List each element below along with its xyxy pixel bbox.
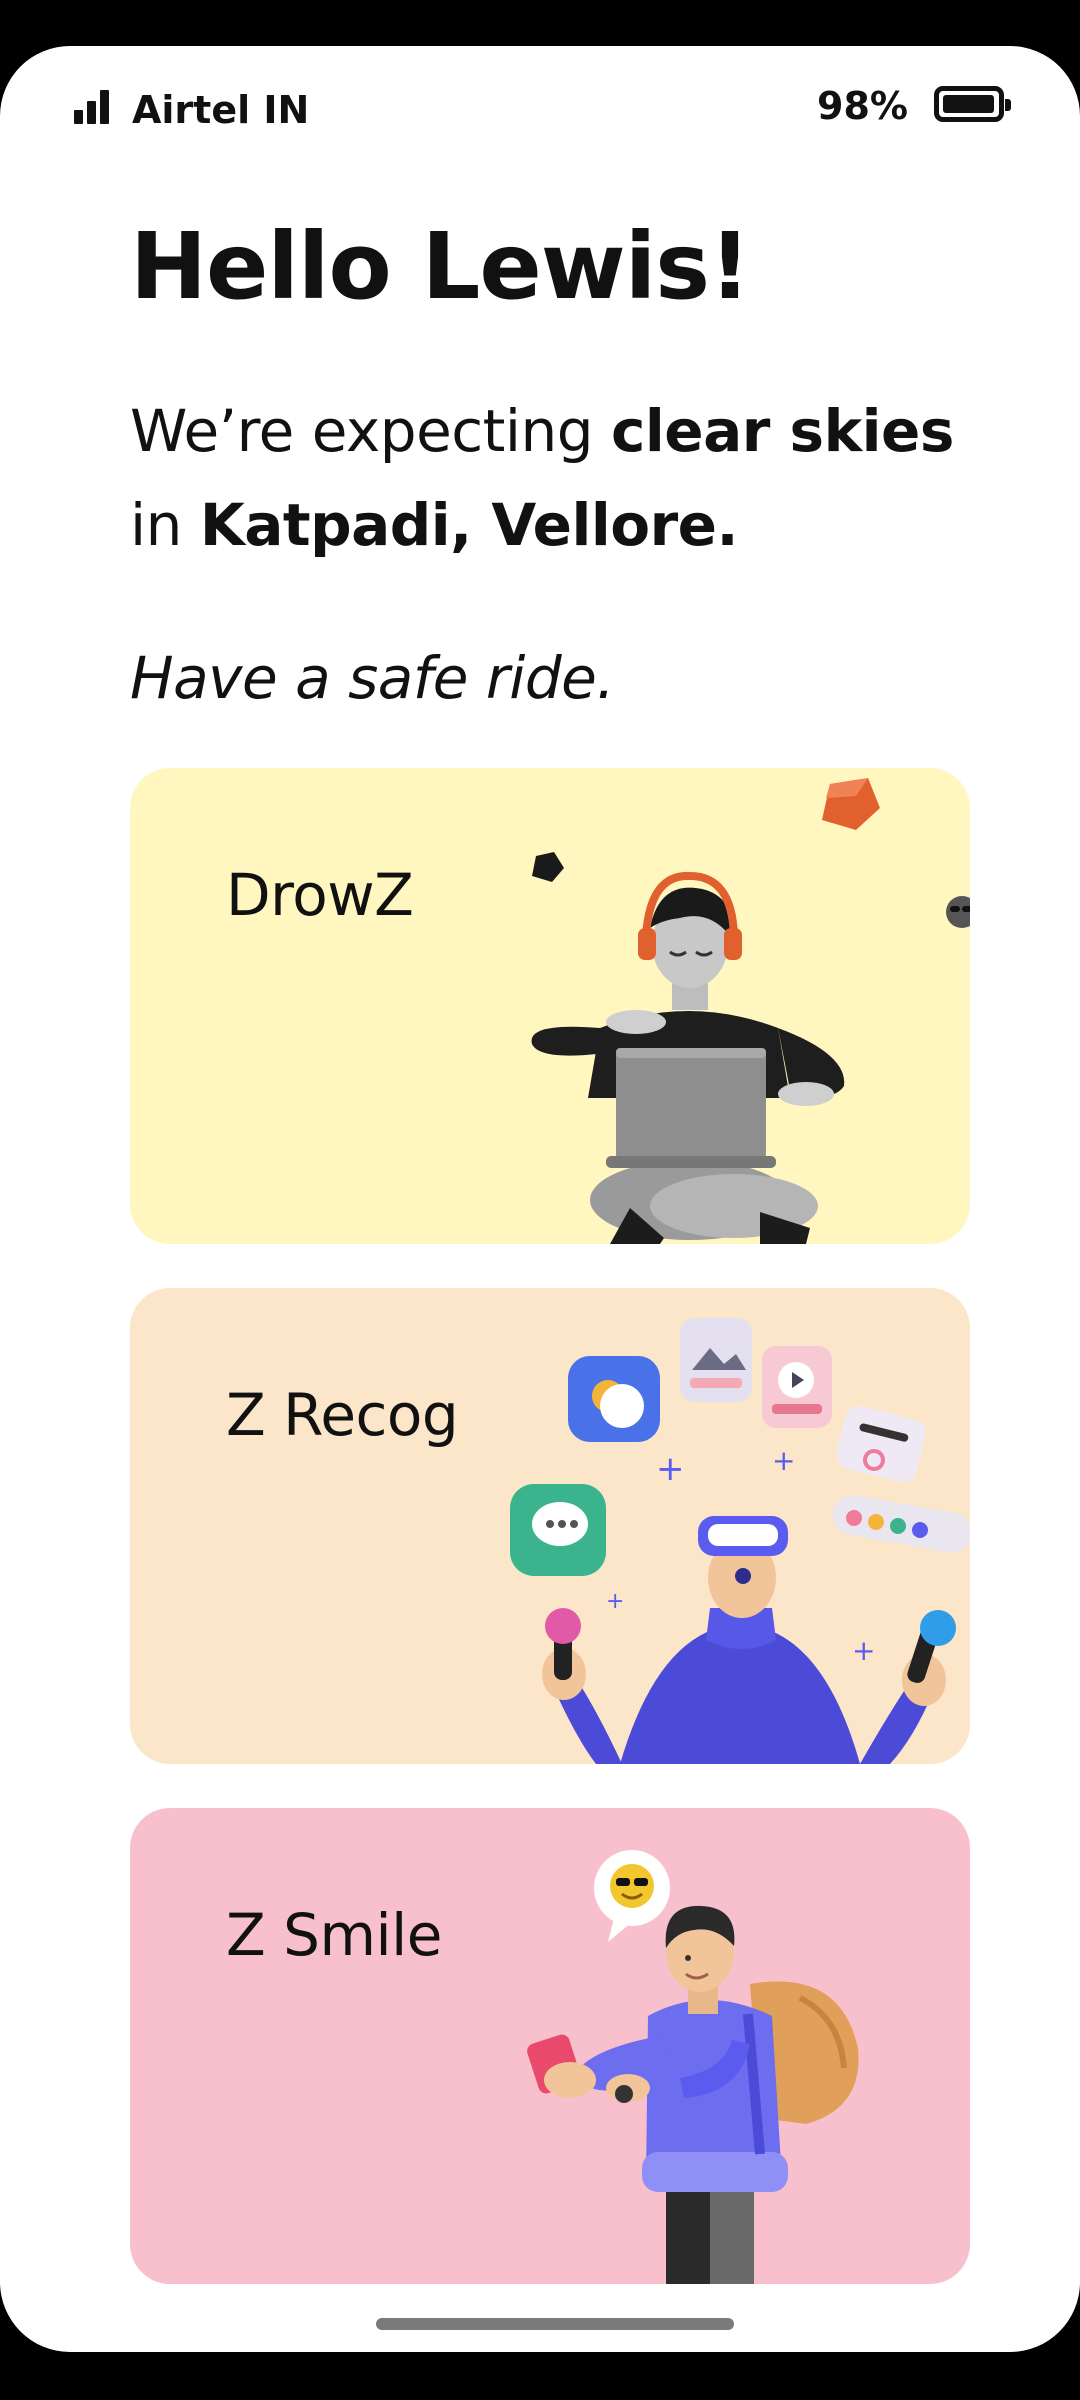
forecast-location: Katpadi, Vellore.	[199, 491, 739, 559]
vr-person-illustration: + + + +	[510, 1318, 970, 1764]
svg-text:+: +	[606, 1589, 624, 1614]
svg-text:+: +	[656, 1449, 685, 1489]
battery-fill	[943, 95, 994, 113]
card-z-recog-title: Z Recog	[226, 1381, 459, 1449]
app-screen: Airtel IN 98% Hello Lewis! We’re expecti…	[0, 46, 1080, 2352]
signal-icon	[74, 90, 110, 124]
card-z-recog[interactable]: Z Recog + + + +	[130, 1288, 970, 1764]
svg-text:+: +	[852, 1634, 875, 1667]
forecast-condition: clear skies	[611, 397, 954, 465]
card-z-smile[interactable]: Z Smile	[130, 1808, 970, 2284]
carrier-name: Airtel IN	[132, 88, 310, 132]
card-drowz-title: DrowZ	[226, 861, 414, 929]
svg-text:+: +	[772, 1444, 795, 1477]
sleeping-person-laptop-illustration	[531, 778, 970, 1244]
card-drowz[interactable]: DrowZ	[130, 768, 970, 1244]
weather-forecast: We’re expecting clear skies in Katpadi, …	[130, 384, 990, 572]
forecast-prefix: We’re expecting	[130, 397, 612, 465]
status-bar: Airtel IN 98%	[0, 46, 1080, 176]
card-z-smile-title: Z Smile	[226, 1901, 442, 1969]
battery-icon	[934, 86, 1011, 122]
smiling-person-phone-illustration	[527, 1850, 859, 2284]
battery-percentage: 98%	[817, 84, 908, 128]
forecast-middle: in	[130, 491, 200, 559]
page-title: Hello Lewis!	[130, 213, 751, 320]
home-indicator[interactable]	[376, 2318, 734, 2330]
tagline: Have a safe ride.	[130, 644, 615, 712]
